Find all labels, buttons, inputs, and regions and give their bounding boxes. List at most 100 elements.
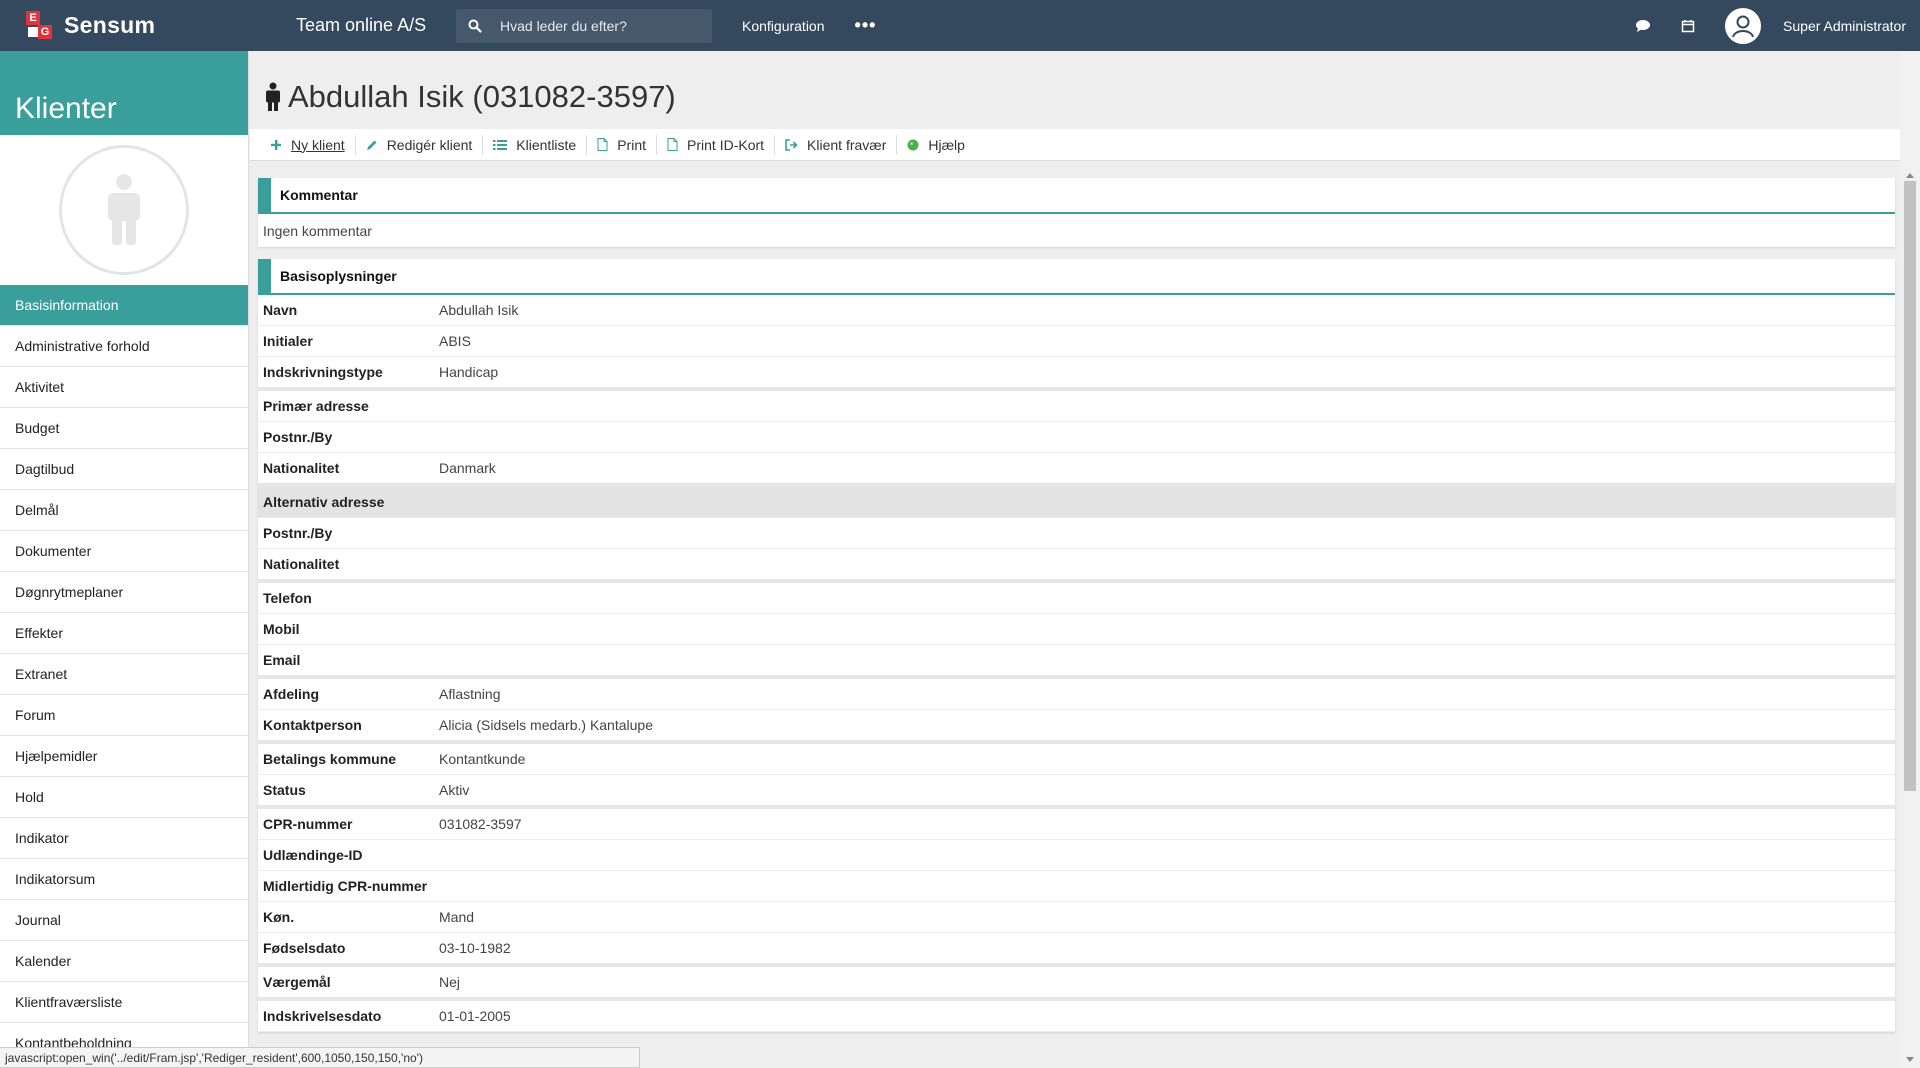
field-label: Værgemål [263,974,331,990]
field-row-nationalitet: Nationalitet Danmark [258,453,1895,487]
sidebar-item-label: Administrative forhold [15,338,150,354]
client-name-title: Abdullah Isik (031082-3597) [288,79,676,114]
sign-out-icon [785,138,798,151]
sidebar-item-extranet[interactable]: Extranet [0,654,248,695]
sidebar-item-label: Budget [15,420,60,436]
field-label: Status [263,782,306,798]
field-value: 01-01-2005 [439,1008,511,1024]
field-row-midlertidig-cpr: Midlertidig CPR-nummer [258,871,1895,902]
sidebar-item-budget[interactable]: Budget [0,408,248,449]
field-row-navn: Navn Abdullah Isik [258,295,1895,326]
field-label: Køn. [263,909,295,925]
sidebar-item-hjaelpemidler[interactable]: Hjælpemidler [0,736,248,777]
sidebar-item-label: Dagtilbud [15,461,75,477]
field-value: 03-10-1982 [439,940,511,956]
field-row-initialer: Initialer ABIS [258,326,1895,357]
calendar-icon[interactable] [1681,19,1695,33]
comment-heading: Kommentar [258,178,1895,214]
field-label: Email [263,652,301,668]
sidebar-item-journal[interactable]: Journal [0,900,248,941]
sidebar-item-klientfravaersliste[interactable]: Klientfraværsliste [0,982,248,1023]
print-id-card-button[interactable]: Print ID-Kort [657,134,776,155]
sidebar-item-label: Indikator [15,830,69,846]
field-label: Postnr./By [263,525,333,541]
field-row-primaer-adresse: Primær adresse [258,391,1895,422]
client-list-button[interactable]: Klientliste [483,134,588,155]
vertical-scrollbar[interactable] [1900,51,1920,1068]
field-label: Indskrivelsesdato [263,1008,382,1024]
sidebar-item-label: Forum [15,707,56,723]
field-label: Primær adresse [263,398,369,414]
brand-name: Sensum [64,12,156,38]
field-label: Nationalitet [263,460,340,476]
field-row-afdeling: Afdeling Aflastning [258,679,1895,710]
page-title: Abdullah Isik (031082-3597) [264,79,676,115]
comment-text: Ingen kommentar [263,223,372,239]
sidebar-item-basisinformation[interactable]: Basisinformation [0,285,248,326]
person-icon [108,174,140,245]
field-row-foedselsdato: Fødselsdato 03-10-1982 [258,933,1895,967]
green-dot-icon [907,139,919,150]
scrollbar-thumb[interactable] [1904,181,1916,791]
field-label: Navn [263,302,298,318]
client-absence-button[interactable]: Klient fravær [775,134,898,155]
sidebar-item-kalender[interactable]: Kalender [0,941,248,982]
user-name[interactable]: Super Administrator [1783,18,1906,34]
help-button[interactable]: Hjælp [897,135,975,155]
client-photo-placeholder [59,145,189,275]
scroll-down-icon[interactable] [1906,1057,1914,1062]
search-box[interactable] [456,8,712,43]
field-row-alt-nationalitet: Nationalitet [258,549,1895,583]
sidebar-item-indikatorsum[interactable]: Indikatorsum [0,859,248,900]
sidebar-item-doegnrytmeplaner[interactable]: Døgnrytmeplaner [0,572,248,613]
sidebar-item-label: Indikatorsum [15,871,96,887]
field-value: Aflastning [439,686,501,702]
sidebar-item-forum[interactable]: Forum [0,695,248,736]
document-icon [597,138,608,151]
sidebar-item-hold[interactable]: Hold [0,777,248,818]
field-value: Danmark [439,460,496,476]
sidebar-item-label: Delmål [15,502,59,518]
field-label: Midlertidig CPR-nummer [263,878,428,894]
sidebar-item-label: Klientfraværsliste [15,994,123,1010]
nav-configuration[interactable]: Konfiguration [742,18,825,34]
field-label: Postnr./By [263,429,333,445]
field-row-telefon: Telefon [258,583,1895,614]
field-label: Alternativ adresse [263,494,385,510]
field-row-cpr-nummer: CPR-nummer 031082-3597 [258,809,1895,840]
field-row-status: Status Aktiv [258,775,1895,809]
sidebar-item-label: Aktivitet [15,379,65,395]
edit-client-button[interactable]: Redigér klient [356,134,484,155]
field-row-betalings-kommune: Betalings kommune Kontantkunde [258,744,1895,775]
nav-more-menu[interactable]: ••• [855,15,877,36]
sidebar-item-delmaal[interactable]: Delmål [0,490,248,531]
user-avatar[interactable] [1725,7,1762,44]
comment-panel: Kommentar Ingen kommentar [258,178,1895,247]
pencil-icon [366,140,377,150]
sidebar-item-dagtilbud[interactable]: Dagtilbud [0,449,248,490]
field-label: Mobil [263,621,300,637]
person-icon [266,82,280,111]
field-row-email: Email [258,645,1895,679]
organization-name[interactable]: Team online A/S [296,15,456,36]
sidebar-item-label: Journal [15,912,61,928]
scroll-up-icon[interactable] [1906,173,1914,178]
new-client-button[interactable]: Ny klient [260,134,356,155]
sidebar-item-label: Hjælpemidler [15,748,98,764]
sidebar-item-label: Dokumenter [15,543,92,559]
chat-icon[interactable] [1635,19,1651,33]
field-row-kontaktperson: Kontaktperson Alicia (Sidsels medarb.) Ka… [258,710,1895,744]
main-content: Abdullah Isik (031082-3597) Ny klient Re… [250,51,1920,1068]
search-input[interactable] [500,17,690,34]
sidebar-item-dokumenter[interactable]: Dokumenter [0,531,248,572]
sidebar-item-indikator[interactable]: Indikator [0,818,248,859]
field-row-alternativ-adresse: Alternativ adresse [258,487,1895,518]
field-row-vaergemaal: Værgemål Nej [258,967,1895,1001]
brand-logo[interactable]: E G Sensum [26,10,296,41]
sidebar-item-label: Effekter [15,625,63,641]
sidebar-item-administrative-forhold[interactable]: Administrative forhold [0,326,248,367]
sidebar-item-effekter[interactable]: Effekter [0,613,248,654]
print-button[interactable]: Print [587,134,658,155]
sidebar-item-aktivitet[interactable]: Aktivitet [0,367,248,408]
basis-panel: Basisoplysninger Navn Abdullah Isik Initi… [258,259,1895,1032]
